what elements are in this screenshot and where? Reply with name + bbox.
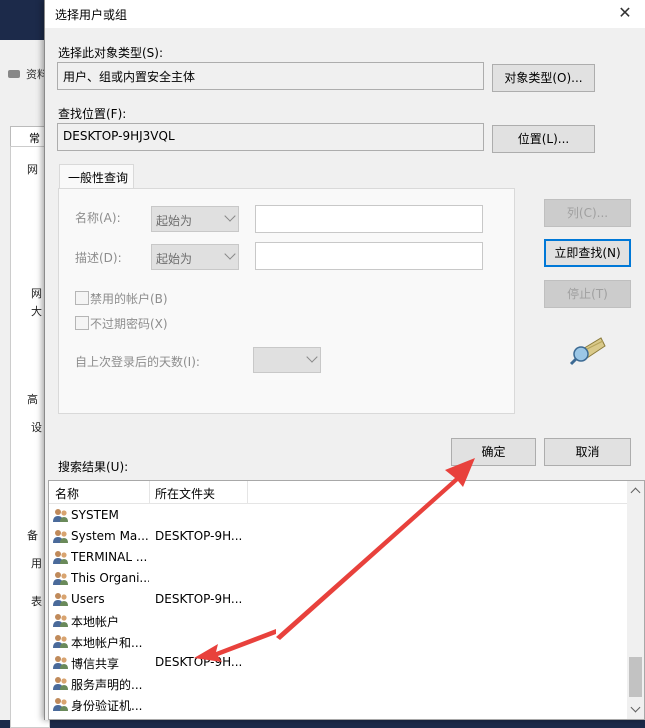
name-combo-value: 起始为 (156, 214, 193, 228)
disabled-accounts-label: 禁用的帐户(B) (90, 292, 168, 306)
description-label: 描述(D): (75, 251, 122, 265)
scroll-up-icon[interactable] (630, 487, 641, 498)
column-divider[interactable] (149, 481, 150, 503)
bg-titlebar: 资料 (0, 64, 48, 84)
tab-label: 一般性查询 (68, 171, 129, 185)
bg-fragment: 用 (31, 557, 42, 570)
column-header-folder[interactable]: 所在文件夹 (155, 485, 215, 502)
select-users-dialog: 选择用户或组 ✕ 选择此对象类型(S): 用户、组或内置安全主体 对象类型(O)… (44, 0, 645, 720)
user-group-icon (53, 529, 69, 544)
dialog-titlebar: 选择用户或组 ✕ (45, 0, 645, 28)
result-name: TERMINAL ... (71, 550, 148, 564)
find-now-button[interactable]: 立即查找(N) (544, 239, 631, 267)
search-results-label: 搜索结果(U): (58, 460, 129, 474)
user-group-icon (53, 592, 69, 607)
list-item[interactable]: TERMINAL ... (49, 547, 629, 568)
user-group-icon (53, 676, 69, 691)
bg-fragment: 高 (27, 393, 38, 406)
bg-window-icon (8, 70, 20, 78)
list-item[interactable]: 本地帐户和... (49, 631, 629, 652)
list-item[interactable]: SYSTEM (49, 505, 629, 526)
chevron-down-icon (306, 351, 318, 363)
common-queries-panel: 名称(A): 起始为 描述(D): 起始为 禁用的帐户(B) 不过期密码(X) … (58, 188, 515, 414)
location-value: DESKTOP-9HJ3VQL (63, 129, 175, 143)
result-folder: DESKTOP-9H... (155, 655, 243, 669)
result-folder: DESKTOP-9H... (155, 592, 243, 606)
result-name: SYSTEM (71, 508, 119, 522)
watermark-url: jingyan.baidu.com (508, 690, 601, 701)
list-item[interactable]: System Ma... DESKTOP-9H... (49, 526, 629, 547)
bg-fragment: 备 (27, 529, 38, 542)
dialog-title: 选择用户或组 (55, 8, 128, 22)
location-label: 查找位置(F): (58, 107, 127, 121)
result-name: 本地帐户和... (71, 636, 143, 650)
disabled-accounts-checkbox[interactable] (75, 291, 89, 305)
background-window: 资料 常规 网 网 大 高 设 备 用 表 (0, 40, 50, 728)
user-group-icon (53, 613, 69, 628)
list-item[interactable]: This Organi... (49, 568, 629, 589)
description-match-combo[interactable]: 起始为 (151, 244, 239, 270)
stop-button[interactable]: 停止(T) (544, 280, 631, 308)
user-group-icon (53, 697, 69, 712)
bg-fragment: 大 (31, 305, 42, 318)
description-input[interactable] (255, 242, 483, 270)
days-since-logon-combo[interactable] (253, 347, 321, 373)
column-divider[interactable] (247, 481, 248, 503)
close-icon[interactable]: ✕ (610, 2, 640, 26)
results-scrollbar[interactable] (627, 481, 644, 719)
result-name: Users (71, 592, 105, 606)
ok-button[interactable]: 确定 (451, 438, 536, 466)
result-folder: DESKTOP-9H... (155, 529, 243, 543)
user-group-icon (53, 634, 69, 649)
search-results-list[interactable]: 名称 所在文件夹 SYSTEM System Ma... DESKTOP-9H...… (48, 480, 645, 720)
name-match-combo[interactable]: 起始为 (151, 206, 239, 232)
chevron-down-icon (224, 248, 236, 260)
object-type-label: 选择此对象类型(S): (58, 46, 164, 60)
result-name: 服务声明的... (71, 678, 143, 692)
column-header-name[interactable]: 名称 (55, 485, 79, 502)
result-name: This Organi... (71, 571, 149, 585)
non-expiring-checkbox[interactable] (75, 316, 89, 330)
results-header: 名称 所在文件夹 (49, 481, 629, 504)
bg-fragment: 网 (31, 287, 42, 300)
bg-fragment: 设 (31, 421, 42, 434)
chevron-down-icon (224, 210, 236, 222)
result-name: 本地帐户 (71, 615, 120, 629)
scroll-down-icon[interactable] (630, 702, 641, 713)
user-group-icon (53, 550, 69, 565)
days-since-logon-label: 自上次登录后的天数(I): (75, 355, 200, 369)
user-group-icon (53, 571, 69, 586)
list-item[interactable]: 本地帐户 (49, 610, 629, 631)
result-name: 博信共享 (71, 657, 120, 671)
user-group-icon (53, 508, 69, 523)
desc-combo-value: 起始为 (156, 252, 193, 266)
cancel-button[interactable]: 取消 (544, 438, 631, 466)
list-item[interactable]: Users DESKTOP-9H... (49, 589, 629, 610)
locations-button[interactable]: 位置(L)... (492, 125, 595, 153)
tab-common-queries[interactable]: 一般性查询 (59, 164, 134, 189)
name-label: 名称(A): (75, 211, 121, 225)
search-flashlight-icon (569, 337, 606, 366)
object-type-value: 用户、组或内置安全主体 (63, 70, 196, 84)
object-type-field: 用户、组或内置安全主体 (57, 62, 484, 90)
scroll-thumb[interactable] (629, 657, 642, 697)
result-name: 身份验证机... (71, 699, 143, 713)
location-field: DESKTOP-9HJ3VQL (57, 123, 484, 151)
bg-fragment: 网 (27, 163, 38, 176)
non-expiring-label: 不过期密码(X) (90, 317, 168, 331)
watermark: Bai经验 (470, 656, 554, 681)
bg-fragment: 表 (31, 595, 42, 608)
columns-button[interactable]: 列(C)... (544, 199, 631, 227)
user-group-icon (53, 655, 69, 670)
object-types-button[interactable]: 对象类型(O)... (492, 64, 595, 92)
result-name: System Ma... (71, 529, 149, 543)
name-input[interactable] (255, 205, 483, 233)
